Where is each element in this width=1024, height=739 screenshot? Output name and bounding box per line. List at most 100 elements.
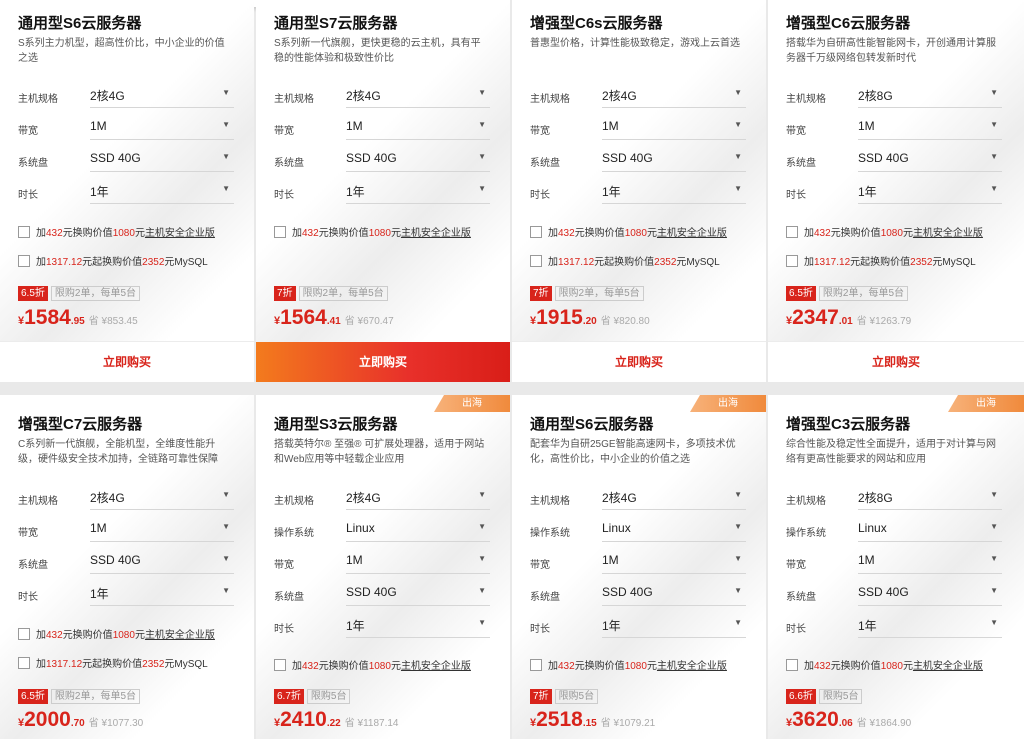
disk-select[interactable]: SSD 40G ▼ (90, 546, 234, 574)
addon-text: 元换购价值 (830, 661, 881, 672)
addon-mysql-checkbox[interactable] (786, 255, 798, 267)
addon-security-checkbox[interactable] (274, 226, 286, 238)
disk-select[interactable]: SSD 40G ▼ (90, 144, 234, 172)
addon-security-link[interactable]: 主机安全企业版 (401, 661, 471, 672)
caret-down-icon: ▼ (990, 618, 998, 627)
addon-text: 加 (548, 257, 558, 268)
product-card-c3: 出海 增强型C3云服务器 综合性能及稳定性全面提升，适用于对计算与网络有更高性能… (768, 395, 1024, 739)
addon-value: 1080 (624, 228, 647, 239)
os-select[interactable]: Linux ▼ (346, 514, 490, 542)
addon-security-option[interactable]: 加432元换购价值1080元主机安全企业版 (530, 224, 727, 239)
addon-security-checkbox[interactable] (18, 226, 30, 238)
disk-label: 系统盘 (786, 592, 816, 603)
buy-now-button[interactable]: 立即购买 (256, 342, 510, 382)
save-value: ¥1263.79 (869, 316, 912, 327)
bandwidth-select[interactable]: 1M ▼ (346, 546, 490, 574)
disk-select[interactable]: SSD 40G ▼ (602, 578, 746, 606)
addon-security-link[interactable]: 主机安全企业版 (657, 661, 727, 672)
addon-security-checkbox[interactable] (786, 659, 798, 671)
bandwidth-select[interactable]: 1M ▼ (858, 112, 1002, 140)
save-value: ¥1864.90 (869, 718, 912, 729)
buy-now-button[interactable]: 立即购买 (768, 341, 1024, 382)
disk-select[interactable]: SSD 40G ▼ (346, 578, 490, 606)
spec-select[interactable]: 2核4G ▼ (90, 80, 234, 108)
bandwidth-row: 带宽 1M ▼ (786, 112, 1004, 144)
addon-text: 元 (134, 630, 145, 641)
disk-select[interactable]: SSD 40G ▼ (858, 578, 1002, 606)
spec-select[interactable]: 2核4G ▼ (346, 482, 490, 510)
addon-security-link[interactable]: 主机安全企业版 (913, 661, 983, 672)
duration-select[interactable]: 1年 ▼ (346, 610, 490, 638)
disk-select[interactable]: SSD 40G ▼ (346, 144, 490, 172)
bandwidth-select[interactable]: 1M ▼ (90, 112, 234, 140)
bandwidth-select[interactable]: 1M ▼ (858, 546, 1002, 574)
duration-select[interactable]: 1年 ▼ (858, 610, 1002, 638)
promo-tags: 6.7折 限购5台 (274, 689, 351, 704)
addon-security-checkbox[interactable] (18, 628, 30, 640)
os-row: 操作系统 Linux ▼ (786, 514, 1004, 546)
addon-mysql-checkbox[interactable] (18, 255, 30, 267)
addon-security-checkbox[interactable] (530, 226, 542, 238)
addon-security-option[interactable]: 加432元换购价值1080元主机安全企业版 (786, 224, 983, 239)
duration-select[interactable]: 1年 ▼ (602, 610, 746, 638)
duration-select[interactable]: 1年 ▼ (346, 176, 490, 204)
spec-select[interactable]: 2核4G ▼ (90, 482, 234, 510)
duration-select[interactable]: 1年 ▼ (602, 176, 746, 204)
addon-mysql-option[interactable]: 加1317.12元起换购价值2352元MySQL (530, 253, 720, 268)
addon-security-link[interactable]: 主机安全企业版 (913, 228, 983, 239)
spec-value: 2核8G (858, 491, 893, 505)
bandwidth-select[interactable]: 1M ▼ (90, 514, 234, 542)
disk-select[interactable]: SSD 40G ▼ (602, 144, 746, 172)
addon-mysql-checkbox[interactable] (18, 657, 30, 669)
buy-now-button[interactable]: 立即购买 (0, 341, 254, 382)
save-value: ¥1187.14 (357, 718, 399, 729)
spec-value: 2核4G (602, 491, 637, 505)
os-select[interactable]: Linux ▼ (858, 514, 1002, 542)
addon-security-checkbox[interactable] (786, 226, 798, 238)
addon-mysql-option[interactable]: 加1317.12元起换购价值2352元MySQL (18, 655, 208, 670)
addon-security-option[interactable]: 加432元换购价值1080元主机安全企业版 (274, 657, 471, 672)
spec-select[interactable]: 2核8G ▼ (858, 80, 1002, 108)
bandwidth-select[interactable]: 1M ▼ (602, 112, 746, 140)
addon-mysql-option[interactable]: 加1317.12元起换购价值2352元MySQL (786, 253, 976, 268)
duration-select[interactable]: 1年 ▼ (90, 176, 234, 204)
addon-mysql-checkbox[interactable] (530, 255, 542, 267)
promo-tags: 7折 限购2单，每单5台 (530, 286, 644, 301)
spec-row: 主机规格 2核4G ▼ (274, 80, 492, 112)
addon-security-option[interactable]: 加432元换购价值1080元主机安全企业版 (18, 626, 215, 641)
addon-value: 1080 (880, 228, 903, 239)
addon-security-option[interactable]: 加432元换购价值1080元主机安全企业版 (530, 657, 727, 672)
addon-text: 元 (646, 228, 657, 239)
disk-select[interactable]: SSD 40G ▼ (858, 144, 1002, 172)
bandwidth-select[interactable]: 1M ▼ (346, 112, 490, 140)
addon-mysql-option[interactable]: 加1317.12元起换购价值2352元MySQL (18, 253, 208, 268)
spec-select[interactable]: 2核4G ▼ (602, 80, 746, 108)
buy-now-button[interactable]: 立即购买 (512, 341, 766, 382)
duration-row: 时长 1年 ▼ (786, 176, 1004, 208)
bandwidth-select[interactable]: 1M ▼ (602, 546, 746, 574)
addon-price: 432 (814, 661, 831, 672)
duration-select[interactable]: 1年 ▼ (858, 176, 1002, 204)
price: ¥1915.20 省 ¥820.80 (530, 306, 650, 330)
spec-select[interactable]: 2核4G ▼ (346, 80, 490, 108)
addon-value: 1080 (112, 630, 135, 641)
addon-security-link[interactable]: 主机安全企业版 (401, 228, 471, 239)
addon-security-link[interactable]: 主机安全企业版 (145, 630, 215, 641)
duration-select[interactable]: 1年 ▼ (90, 578, 234, 606)
addon-security-checkbox[interactable] (530, 659, 542, 671)
addon-security-option[interactable]: 加432元换购价值1080元主机安全企业版 (18, 224, 215, 239)
os-select[interactable]: Linux ▼ (602, 514, 746, 542)
caret-down-icon: ▼ (734, 618, 742, 627)
addon-security-checkbox[interactable] (274, 659, 286, 671)
card-description: S系列新一代旗舰，更快更稳的云主机，具有平稳的性能体验和极致性价比 (274, 38, 481, 64)
addon-security-link[interactable]: 主机安全企业版 (657, 228, 727, 239)
addon-security-option[interactable]: 加432元换购价值1080元主机安全企业版 (274, 224, 471, 239)
spec-select[interactable]: 2核4G ▼ (602, 482, 746, 510)
bandwidth-value: 1M (602, 119, 619, 133)
save-prefix: 省 (344, 718, 355, 729)
addon-security-link[interactable]: 主机安全企业版 (145, 228, 215, 239)
spec-select[interactable]: 2核8G ▼ (858, 482, 1002, 510)
addon-security-option[interactable]: 加432元换购价值1080元主机安全企业版 (786, 657, 983, 672)
limit-tag: 限购2单，每单5台 (50, 689, 141, 704)
caret-down-icon: ▼ (734, 120, 742, 129)
